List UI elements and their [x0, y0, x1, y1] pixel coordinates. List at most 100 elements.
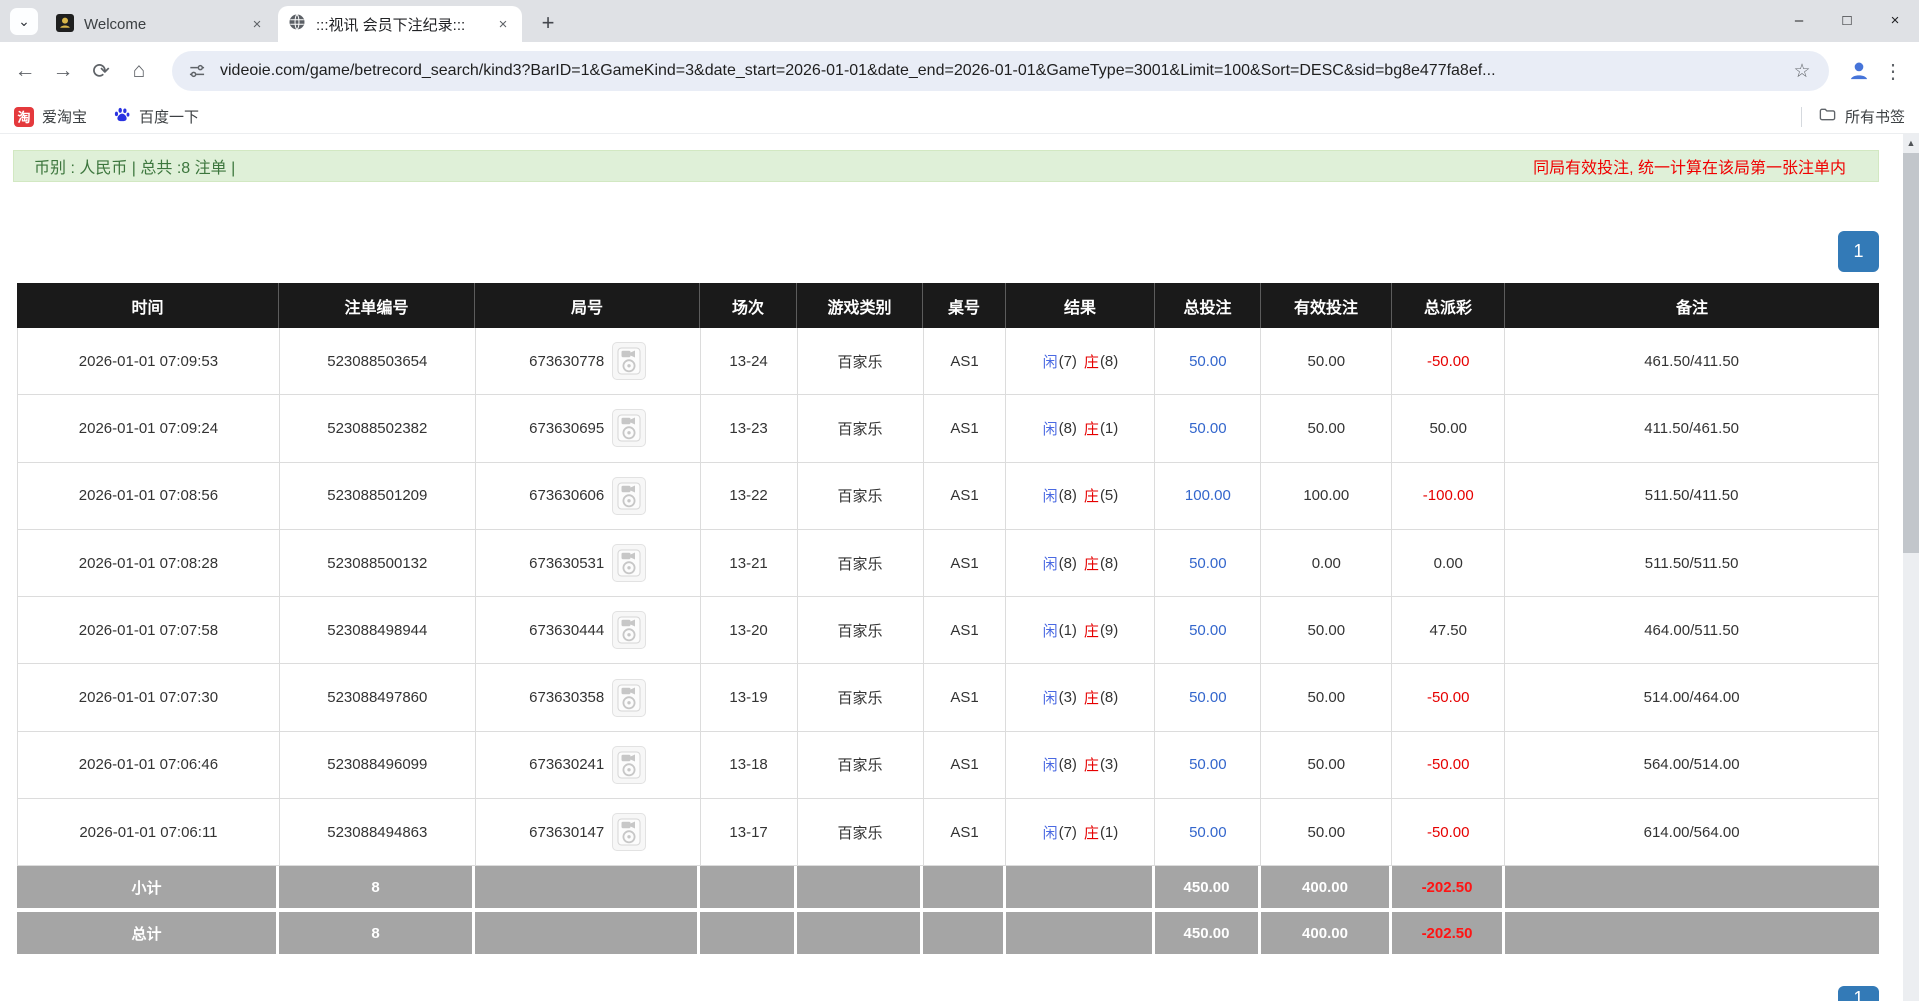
globe-icon: [288, 13, 306, 35]
bet-record-table: 时间注单编号局号场次游戏类别桌号结果总投注有效投注总派彩备注 2026-01-0…: [17, 283, 1879, 954]
col-header-bet-id: 注单编号: [279, 283, 475, 328]
cell-total-bet[interactable]: 50.00: [1155, 395, 1261, 461]
video-replay-button[interactable]: [612, 679, 646, 717]
page-content: 币别 : 人民币 | 总共 :8 注单 | 同局有效投注, 统一计算在该局第一张…: [0, 134, 1919, 1001]
browser-menu-button[interactable]: ⋮: [1875, 53, 1911, 89]
round-number: 673630241: [529, 756, 604, 773]
table-total-row-result: [1006, 912, 1155, 954]
video-replay-button[interactable]: [612, 409, 646, 447]
close-tab-icon[interactable]: ×: [248, 16, 266, 34]
col-header-time: 时间: [17, 283, 279, 328]
tab-title: Welcome: [84, 16, 248, 33]
table-body: 2026-01-01 07:09:53523088503654673630778…: [17, 328, 1879, 866]
cell-round-id: 673630778: [476, 328, 701, 394]
bookmark-star-icon[interactable]: ☆: [1789, 58, 1815, 84]
col-header-result: 结果: [1006, 283, 1155, 328]
cell-bet-id: 523088496099: [280, 732, 476, 798]
video-replay-button[interactable]: [612, 746, 646, 784]
banker-result: 庄: [1084, 620, 1099, 641]
cell-result: 闲(8)庄(1): [1006, 395, 1155, 461]
pagination-page-1-top[interactable]: 1: [1838, 231, 1879, 272]
cell-total-payout: -50.00: [1392, 732, 1505, 798]
bookmark-baidu[interactable]: 百度一下: [113, 106, 199, 128]
table-subtotal-row-time: 小计: [17, 866, 279, 908]
cell-total-bet[interactable]: 50.00: [1155, 597, 1261, 663]
all-bookmarks-button[interactable]: 所有书签: [1818, 105, 1905, 128]
cell-valid-bet: 50.00: [1261, 395, 1392, 461]
cell-valid-bet: 50.00: [1261, 597, 1392, 663]
pagination-page-1-bottom[interactable]: 1: [1838, 986, 1879, 1001]
url-text[interactable]: videoie.com/game/betrecord_search/kind3?…: [220, 62, 1789, 80]
bookmarks-bar: 淘 爱淘宝 百度一下 所有书签: [0, 100, 1919, 134]
close-tab-icon[interactable]: ×: [494, 15, 512, 33]
video-replay-button[interactable]: [612, 477, 646, 515]
cell-round-id: 673630444: [476, 597, 701, 663]
cell-round-id: 673630531: [476, 530, 701, 596]
browser-toolbar: ← → ⟳ ⌂ videoie.com/game/betrecord_searc…: [0, 42, 1919, 100]
kebab-menu-icon: ⋮: [1883, 59, 1903, 84]
currency-summary: 币别 : 人民币 | 总共 :8 注单 |: [34, 154, 235, 178]
window-close-button[interactable]: ×: [1871, 0, 1919, 40]
tab-welcome[interactable]: Welcome ×: [46, 7, 276, 42]
cell-bet-id: 523088494863: [280, 799, 476, 865]
cell-remark: 461.50/411.50: [1505, 328, 1879, 394]
cell-result: 闲(8)庄(3): [1006, 732, 1155, 798]
tab-bet-record[interactable]: :::视讯 会员下注纪录::: ×: [278, 6, 522, 42]
cell-remark: 511.50/411.50: [1505, 463, 1879, 529]
table-subtotal-row-total-payout: -202.50: [1392, 866, 1505, 908]
cell-total-bet[interactable]: 50.00: [1155, 530, 1261, 596]
cell-total-bet[interactable]: 50.00: [1155, 328, 1261, 394]
scroll-up-icon[interactable]: ▲: [1903, 134, 1919, 151]
cell-game-type: 百家乐: [798, 395, 924, 461]
cell-remark: 411.50/461.50: [1505, 395, 1879, 461]
bookmark-taobao[interactable]: 淘 爱淘宝: [14, 106, 87, 127]
video-replay-button[interactable]: [612, 342, 646, 380]
folder-icon: [1818, 105, 1837, 128]
cell-total-bet[interactable]: 50.00: [1155, 732, 1261, 798]
address-bar[interactable]: videoie.com/game/betrecord_search/kind3?…: [172, 51, 1829, 91]
new-tab-button[interactable]: +: [534, 9, 562, 37]
summary-bar: 币别 : 人民币 | 总共 :8 注单 | 同局有效投注, 统一计算在该局第一张…: [13, 150, 1879, 182]
round-number: 673630531: [529, 555, 604, 572]
cell-total-bet[interactable]: 50.00: [1155, 664, 1261, 730]
site-favicon-icon: [56, 14, 74, 36]
chevron-down-icon: ⌄: [18, 13, 30, 30]
bet-notice: 同局有效投注, 统一计算在该局第一张注单内: [1533, 154, 1846, 178]
table-total-row-total-payout: -202.50: [1392, 912, 1505, 954]
cell-total-payout: -50.00: [1392, 799, 1505, 865]
cell-time: 2026-01-01 07:06:11: [18, 799, 280, 865]
window-maximize-button[interactable]: □: [1823, 0, 1871, 40]
home-button[interactable]: ⌂: [120, 52, 158, 90]
table-row: 2026-01-01 07:09:53523088503654673630778…: [17, 328, 1879, 395]
tab-search-caret-button[interactable]: ⌄: [10, 8, 38, 35]
cell-total-payout: -100.00: [1392, 463, 1505, 529]
cell-total-payout: 47.50: [1392, 597, 1505, 663]
taobao-icon: 淘: [14, 107, 34, 127]
bookmark-label: 百度一下: [139, 106, 199, 127]
round-number: 673630147: [529, 824, 604, 841]
cell-total-payout: 0.00: [1392, 530, 1505, 596]
table-total-row: 总计8450.00400.00-202.50: [17, 912, 1879, 954]
reload-button[interactable]: ⟳: [82, 52, 120, 90]
table-subtotal-row-bet-id: 8: [279, 866, 475, 908]
cell-total-bet[interactable]: 50.00: [1155, 799, 1261, 865]
scrollbar-thumb[interactable]: [1903, 153, 1919, 553]
player-result: 闲: [1043, 687, 1058, 708]
round-number: 673630695: [529, 420, 604, 437]
back-button[interactable]: ←: [6, 52, 44, 90]
table-row: 2026-01-01 07:06:11523088494863 673630147…: [17, 799, 1879, 866]
video-replay-button[interactable]: [612, 611, 646, 649]
table-subtotal-row: 小计8450.00400.00-202.50: [17, 866, 1879, 908]
video-replay-button[interactable]: [612, 544, 646, 582]
cell-total-bet[interactable]: 100.00: [1155, 463, 1261, 529]
site-settings-icon[interactable]: [186, 60, 208, 82]
window-minimize-button[interactable]: –: [1775, 0, 1823, 40]
video-replay-button[interactable]: [612, 813, 646, 851]
forward-button[interactable]: →: [44, 52, 82, 90]
cell-total-payout: -50.00: [1392, 664, 1505, 730]
profile-avatar[interactable]: [1843, 55, 1875, 87]
page-scrollbar[interactable]: ▲: [1903, 134, 1919, 1001]
cell-game-type: 百家乐: [798, 732, 924, 798]
cell-bet-id: 523088501209: [280, 463, 476, 529]
cell-result: 闲(1)庄(9): [1006, 597, 1155, 663]
